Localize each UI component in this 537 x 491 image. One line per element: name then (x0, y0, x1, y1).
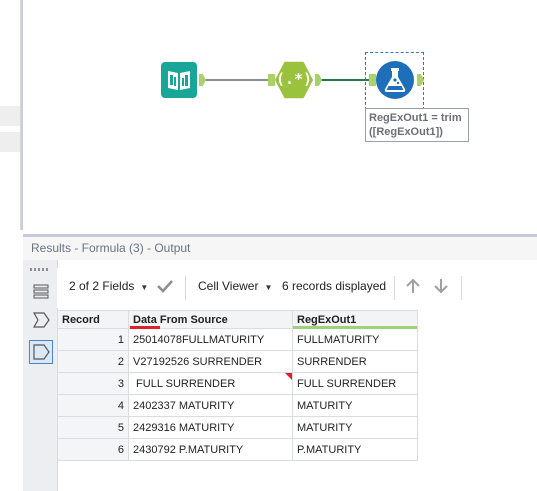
data-view-button[interactable] (29, 340, 53, 364)
workflow-canvas[interactable]: (.*) RegExOut1 = trim ([RegExOut1]) (23, 0, 537, 230)
output-cell[interactable]: MATURITY (292, 394, 418, 417)
table-view-button[interactable] (29, 280, 53, 304)
table-header-row: Record Data From Source RegExOut1 (57, 310, 418, 329)
formula-tool[interactable] (376, 61, 414, 99)
tag-outline-icon (33, 344, 50, 360)
input-data-tool[interactable] (161, 62, 197, 98)
toolbar-separator (185, 276, 186, 300)
output-anchor[interactable] (315, 74, 322, 86)
left-pane-row (0, 132, 20, 152)
drag-grip-icon[interactable] (30, 268, 50, 271)
column-header-label: RegExOut1 (297, 313, 357, 326)
column-header-record[interactable]: Record (57, 310, 129, 329)
source-cell-text: FULL SURRENDER (133, 377, 236, 390)
scroll-down-button[interactable] (432, 277, 450, 298)
caret-down-icon: ▼ (140, 283, 149, 292)
toolbar-separator (461, 276, 462, 300)
table-row[interactable]: 4 2402337 MATURITY MATURITY (57, 394, 418, 417)
table-row[interactable]: 3 FULL SURRENDER FULL SURRENDER (57, 372, 418, 395)
list-icon (33, 284, 49, 299)
whitespace-flag-icon (285, 373, 292, 380)
record-cell[interactable]: 2 (57, 350, 129, 373)
tool-annotation[interactable]: RegExOut1 = trim ([RegExOut1]) (365, 108, 469, 142)
table-row[interactable]: 1 25014078FULLMATURITY FULLMATURITY (57, 328, 418, 351)
caret-down-icon: ▼ (264, 283, 273, 292)
cell-viewer-selector[interactable]: Cell Viewer ▼ (198, 279, 272, 293)
results-table: Record Data From Source RegExOut1 1 2501… (57, 310, 418, 461)
source-cell[interactable]: 2402337 MATURITY (128, 394, 293, 417)
fields-label: 2 of 2 Fields (69, 279, 135, 293)
output-cell[interactable]: FULLMATURITY (292, 328, 418, 351)
record-cell[interactable]: 4 (57, 394, 129, 417)
record-cell[interactable]: 1 (57, 328, 129, 351)
annotation-line-1: RegExOut1 = trim (369, 112, 462, 124)
results-toolbar: 2 of 2 Fields ▼ Cell Viewer ▼ 6 records di… (57, 268, 537, 308)
table-row[interactable]: 2 V27192526 SURRENDER SURRENDER (57, 350, 418, 373)
tag-icon (32, 312, 50, 328)
regex-tool[interactable]: (.*) (275, 61, 313, 99)
source-cell[interactable]: 2430792 P.MATURITY (128, 438, 293, 461)
record-cell[interactable]: 3 (57, 372, 129, 395)
output-anchor[interactable] (199, 74, 206, 86)
metadata-view-button[interactable] (29, 308, 53, 332)
flask-icon (384, 68, 406, 92)
table-row[interactable]: 6 2430792 P.MATURITY P.MATURITY (57, 438, 418, 461)
records-count: 6 records displayed (282, 279, 387, 293)
record-cell[interactable]: 5 (57, 416, 129, 439)
output-cell[interactable]: FULL SURRENDER (292, 372, 418, 395)
annotation-line-2: ([RegExOut1]) (369, 126, 443, 138)
regex-icon: (.*) (275, 70, 313, 88)
source-cell[interactable]: 25014078FULLMATURITY (128, 328, 293, 351)
connection-wire[interactable] (321, 79, 371, 81)
output-cell[interactable]: MATURITY (292, 416, 418, 439)
book-input-icon (168, 71, 190, 90)
cell-viewer-label: Cell Viewer (198, 279, 259, 293)
checkmark-icon (157, 280, 173, 293)
column-header-regexout1[interactable]: RegExOut1 (292, 310, 418, 329)
output-cell[interactable]: P.MATURITY (292, 438, 418, 461)
arrow-down-icon (434, 279, 448, 294)
table-row[interactable]: 5 2429316 MATURITY MATURITY (57, 416, 418, 439)
arrow-up-icon (406, 278, 420, 293)
input-anchor[interactable] (369, 74, 376, 86)
apply-fields-button[interactable] (156, 277, 174, 298)
record-cell[interactable]: 6 (57, 438, 129, 461)
left-pane-row (0, 106, 20, 126)
left-pane (0, 0, 21, 230)
output-cell[interactable]: SURRENDER (292, 350, 418, 373)
input-anchor[interactable] (268, 74, 275, 86)
toolbar-separator (394, 276, 395, 300)
fields-selector[interactable]: 2 of 2 Fields ▼ (69, 279, 148, 293)
results-panel-title: Results - Formula (3) - Output (23, 234, 537, 260)
connection-wire[interactable] (205, 79, 271, 81)
source-cell[interactable]: FULL SURRENDER (128, 372, 293, 395)
source-cell[interactable]: 2429316 MATURITY (128, 416, 293, 439)
scroll-up-button[interactable] (404, 277, 422, 298)
source-cell[interactable]: V27192526 SURRENDER (128, 350, 293, 373)
column-header-label: Data From Source (133, 313, 228, 326)
column-header-data-from-source[interactable]: Data From Source (128, 310, 293, 329)
